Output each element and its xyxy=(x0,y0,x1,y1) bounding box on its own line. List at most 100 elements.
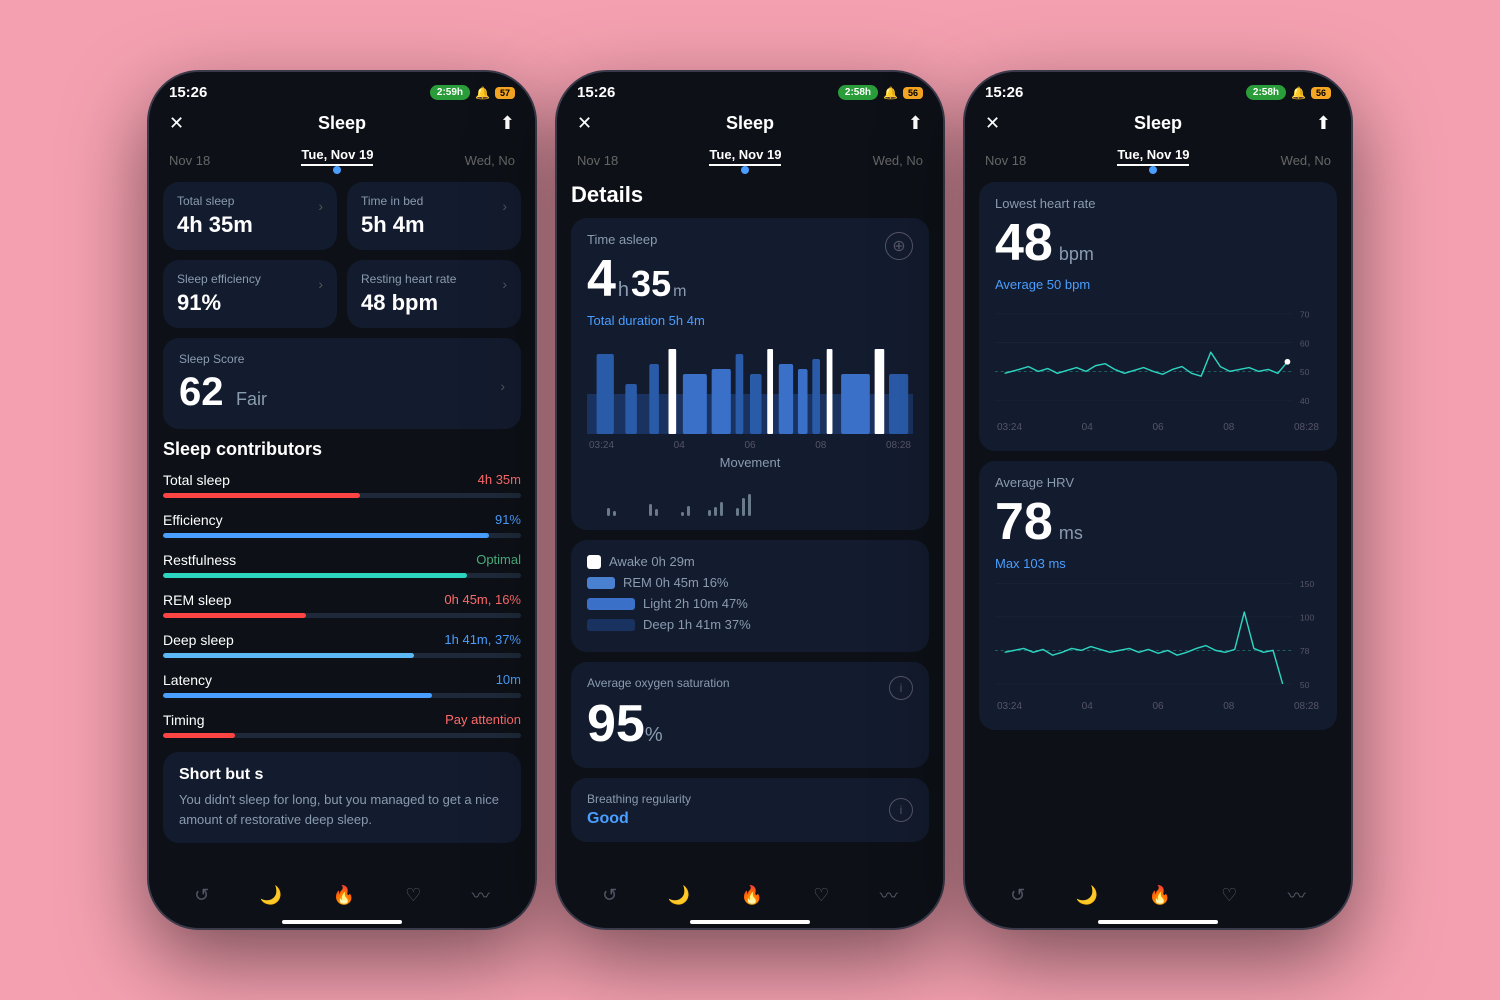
share-button-1[interactable]: ⬆ xyxy=(500,113,515,134)
bottom-nav-1: ↺ 🌙 🔥 ♡ 〰 xyxy=(149,872,535,914)
time-in-bed-card[interactable]: Time in bed 5h 4m › xyxy=(347,182,521,250)
contributor-name: Total sleep xyxy=(163,472,230,488)
share-button-3[interactable]: ⬆ xyxy=(1316,113,1331,134)
nav-icon-heart-3[interactable]: ♡ xyxy=(1221,885,1237,906)
hrv-chart: 150 100 78 50 03:2404060808:28 xyxy=(995,571,1321,712)
close-button-3[interactable]: ✕ xyxy=(985,113,1000,134)
hr-unit: bpm xyxy=(1059,244,1094,265)
phone-2: 15:26 2:58h 🔔 56 ✕ Sleep ⬆ Nov 18 Tue, N… xyxy=(555,70,945,930)
hrv-time-labels: 03:2404060808:28 xyxy=(995,701,1321,712)
tab-active-3[interactable]: Tue, Nov 19 xyxy=(1117,147,1189,166)
tab-next-3[interactable]: Wed, No xyxy=(1281,153,1331,168)
svg-text:40: 40 xyxy=(1300,396,1310,406)
legend-dot-awake xyxy=(587,555,601,569)
status-time-3: 15:26 xyxy=(985,84,1023,101)
sound-icon-1: 🔔 xyxy=(475,86,490,100)
nav-icon-sleep[interactable]: 🌙 xyxy=(260,885,282,906)
hrv-label: Average HRV xyxy=(995,475,1321,490)
phone-2-content: Details Time asleep 4 h 35 m Total d xyxy=(557,182,943,872)
home-bar-2 xyxy=(690,920,810,924)
close-button-2[interactable]: ✕ xyxy=(577,113,592,134)
nav-icon-trends-2[interactable]: 〰 xyxy=(880,882,898,908)
phones-container: 15:26 2:59h 🔔 57 ✕ Sleep ⬆ Nov 18 Tue, N… xyxy=(147,70,1353,930)
resting-hr-card[interactable]: Resting heart rate 48 bpm › xyxy=(347,260,521,328)
total-sleep-value: 4h 35m xyxy=(177,212,253,238)
summary-card: Short but s You didn't sleep for long, b… xyxy=(163,752,521,843)
status-bar-2: 15:26 2:58h 🔔 56 xyxy=(557,72,943,105)
nav-indicator-3 xyxy=(1149,166,1157,174)
page-title-1: Sleep xyxy=(318,113,366,134)
tab-next-2[interactable]: Wed, No xyxy=(873,153,923,168)
contributors-title: Sleep contributors xyxy=(163,439,521,460)
sound-icon-3: 🔔 xyxy=(1291,86,1306,100)
nav-icon-vitals[interactable]: 🔥 xyxy=(332,885,354,906)
contributor-total-sleep: Total sleep 4h 35m xyxy=(163,472,521,498)
tab-active-1[interactable]: Tue, Nov 19 xyxy=(301,147,373,166)
phone-3: 15:26 2:58h 🔔 56 ✕ Sleep ⬆ Nov 18 Tue, N… xyxy=(963,70,1353,930)
nav-icon-trends-3[interactable]: 〰 xyxy=(1288,882,1306,908)
chevron-icon: › xyxy=(318,198,323,214)
legend-label-deep: Deep 1h 41m 37% xyxy=(643,617,751,632)
contributor-value: Optimal xyxy=(476,552,521,568)
tab-next-1[interactable]: Wed, No xyxy=(465,153,515,168)
tab-prev-3[interactable]: Nov 18 xyxy=(985,153,1026,168)
contributor-latency: Latency 10m xyxy=(163,672,521,698)
resting-hr-label: Resting heart rate xyxy=(361,272,456,286)
nav-icon-vitals-2[interactable]: 🔥 xyxy=(740,885,762,906)
info-icon-breathing[interactable]: i xyxy=(889,798,913,822)
sleep-score-qualifier: Fair xyxy=(236,389,267,409)
contributor-timing: Timing Pay attention xyxy=(163,712,521,738)
chevron-icon4: › xyxy=(502,276,507,292)
legend-label-light: Light 2h 10m 47% xyxy=(643,596,748,611)
hrv-value: 78 xyxy=(995,492,1053,552)
time-asleep-card: Time asleep 4 h 35 m Total duration 5h 4… xyxy=(571,218,929,530)
nav-icon-activity-2[interactable]: ↺ xyxy=(602,885,617,906)
info-icon-oxygen[interactable]: i xyxy=(889,676,913,700)
breathing-label: Breathing regularity xyxy=(587,792,691,806)
phone-1-content: Total sleep 4h 35m › Time in bed 5h 4m › xyxy=(149,182,535,872)
status-bar-1: 15:26 2:59h 🔔 57 xyxy=(149,72,535,105)
tab-prev-1[interactable]: Nov 18 xyxy=(169,153,210,168)
summary-body: You didn't sleep for long, but you manag… xyxy=(179,790,505,829)
sleep-stage-chart: 03:2404060808:28 xyxy=(587,334,913,451)
nav-icon-sleep-3[interactable]: 🌙 xyxy=(1076,885,1098,906)
resting-hr-value: 48 bpm xyxy=(361,290,456,316)
legend-light: Light 2h 10m 47% xyxy=(587,596,913,611)
chevron-icon3: › xyxy=(318,276,323,292)
contributor-value: 1h 41m, 37% xyxy=(444,632,521,648)
nav-icon-heart-2[interactable]: ♡ xyxy=(813,885,829,906)
sleep-efficiency-card[interactable]: Sleep efficiency 91% › xyxy=(163,260,337,328)
timer-pill-3: 2:58h xyxy=(1246,85,1286,100)
add-icon[interactable]: ⊕ xyxy=(885,232,913,260)
sleep-efficiency-label: Sleep efficiency xyxy=(177,272,261,286)
hrv-unit: ms xyxy=(1059,523,1083,544)
home-bar-3 xyxy=(1098,920,1218,924)
sleep-efficiency-value: 91% xyxy=(177,290,261,316)
contributor-name: Efficiency xyxy=(163,512,223,528)
contributor-name: Restfulness xyxy=(163,552,236,568)
contributor-rem: REM sleep 0h 45m, 16% xyxy=(163,592,521,618)
nav-tabs-2: Nov 18 Tue, Nov 19 Wed, No xyxy=(557,142,943,182)
tab-prev-2[interactable]: Nov 18 xyxy=(577,153,618,168)
contributor-name: Deep sleep xyxy=(163,632,234,648)
status-time-2: 15:26 xyxy=(577,84,615,101)
nav-icon-sleep-2[interactable]: 🌙 xyxy=(668,885,690,906)
nav-icon-heart[interactable]: ♡ xyxy=(405,885,421,906)
total-sleep-card[interactable]: Total sleep 4h 35m › xyxy=(163,182,337,250)
time-asleep-label: Time asleep xyxy=(587,232,705,247)
nav-icon-trends[interactable]: 〰 xyxy=(472,882,490,908)
svg-text:70: 70 xyxy=(1300,310,1310,320)
nav-icon-vitals-3[interactable]: 🔥 xyxy=(1148,885,1170,906)
nav-icon-activity-3[interactable]: ↺ xyxy=(1010,885,1025,906)
oxygen-unit: % xyxy=(645,724,663,747)
close-button-1[interactable]: ✕ xyxy=(169,113,184,134)
status-time-1: 15:26 xyxy=(169,84,207,101)
share-button-2[interactable]: ⬆ xyxy=(908,113,923,134)
tab-active-2[interactable]: Tue, Nov 19 xyxy=(709,147,781,166)
legend-dot-rem xyxy=(587,577,615,589)
nav-icon-activity[interactable]: ↺ xyxy=(194,885,209,906)
sleep-score-card[interactable]: Sleep Score 62 Fair › xyxy=(163,338,521,429)
summary-title: Short but s xyxy=(179,766,505,784)
timer-pill-1: 2:59h xyxy=(430,85,470,100)
svg-text:60: 60 xyxy=(1300,338,1310,348)
